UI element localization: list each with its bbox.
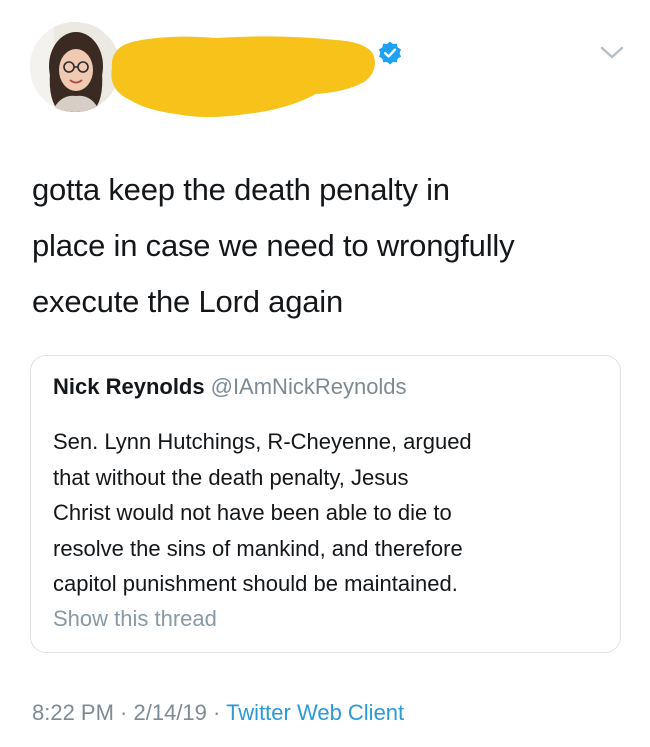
tweet-date[interactable]: 2/14/19 (134, 700, 207, 725)
quoted-tweet-text: Sen. Lynn Hutchings, R-Cheyenne, argued … (53, 424, 613, 602)
tweet-text-line: place in case we need to wrongfully (32, 228, 515, 263)
quoted-tweet-card[interactable]: Nick Reynolds @IAmNickReynolds Sen. Lynn … (30, 355, 621, 653)
separator: · (206, 700, 227, 725)
quoted-author-handle[interactable]: @IAmNickReynolds (211, 374, 407, 399)
name-redaction (106, 30, 378, 122)
tweet-text: gotta keep the death penalty in place in… (32, 162, 622, 330)
quoted-text-line: Sen. Lynn Hutchings, R-Cheyenne, argued (53, 429, 472, 454)
quoted-text-line: resolve the sins of mankind, and therefo… (53, 535, 463, 561)
tweet: gotta keep the death penalty in place in… (0, 0, 650, 747)
quoted-text-line: that without the death penalty, Jesus (53, 464, 409, 490)
chevron-down-icon[interactable] (598, 44, 626, 62)
tweet-footer: 8:22 PM · 2/14/19 · Twitter Web Client (32, 700, 404, 726)
quoted-author-name[interactable]: Nick Reynolds (53, 374, 205, 399)
show-thread-link[interactable]: Show this thread (53, 606, 217, 632)
tweet-time[interactable]: 8:22 PM (32, 700, 114, 725)
tweet-text-line: gotta keep the death penalty in (32, 172, 450, 207)
quoted-tweet-header: Nick Reynolds @IAmNickReynolds (53, 374, 407, 400)
tweet-text-line: execute the Lord again (32, 284, 344, 319)
client-link[interactable]: Twitter Web Client (226, 700, 404, 725)
verified-badge-icon (377, 40, 403, 66)
separator: · (113, 700, 134, 725)
quoted-text-line: capitol punishment should be maintained. (53, 571, 458, 596)
quoted-text-line: Christ would not have been able to die t… (53, 500, 452, 525)
